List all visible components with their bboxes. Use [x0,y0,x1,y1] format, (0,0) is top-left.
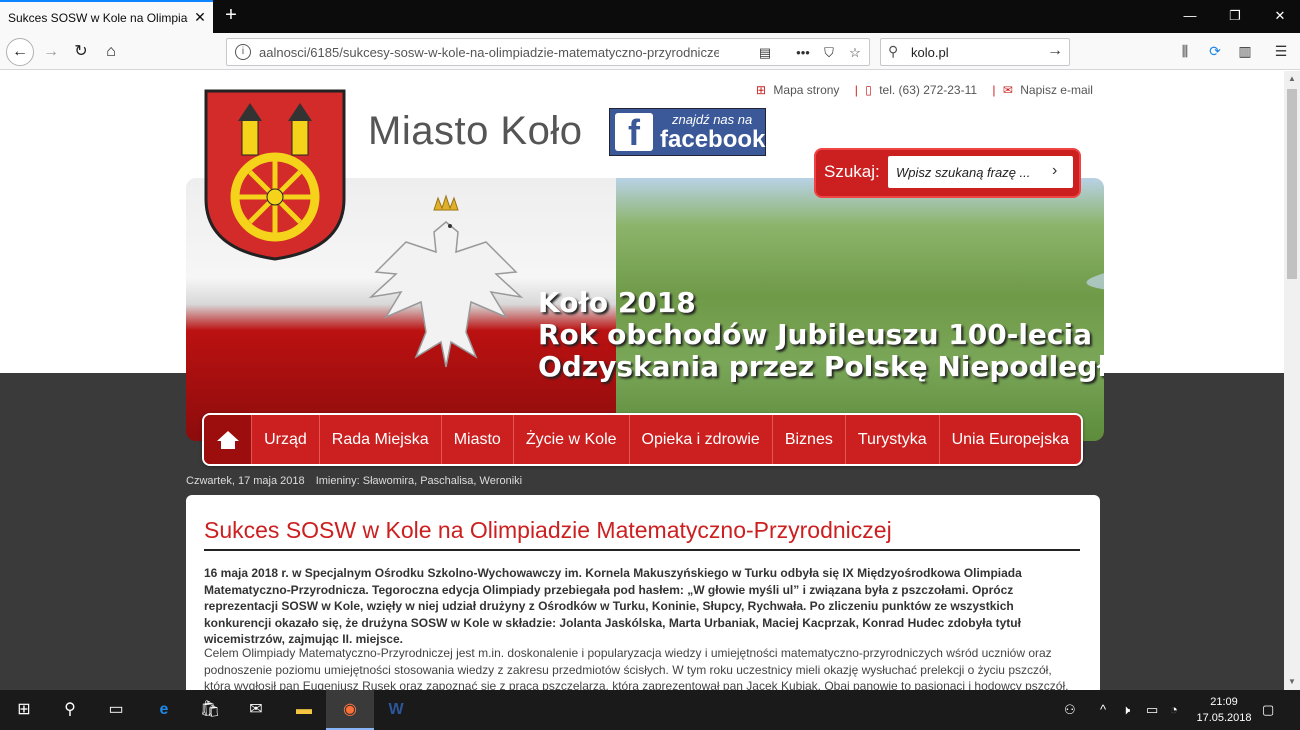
white-eagle-emblem [368,194,524,368]
home-icon [216,430,239,449]
forward-icon[interactable]: → [38,39,64,65]
article: Sukces SOSW w Kole na Olimpiadzie Matema… [186,495,1100,690]
taskbar: ⊞ ⚲ ▭ e 🛍 ✉ ▬ ◉ W ⚇ ^ 🕨 ▭ ◔ 21:09 17.05.… [0,690,1300,730]
task-view-icon[interactable]: ▭ [92,690,140,730]
clock[interactable]: 21:09 17.05.2018 [1196,694,1252,726]
clock-time: 21:09 [1210,696,1238,708]
menu-home-button[interactable] [204,415,253,464]
close-tab-icon[interactable]: ✕ [192,9,208,25]
people-icon[interactable]: ⚇ [1064,702,1076,718]
reader-view-icon[interactable]: ▤ [755,43,775,63]
article-lead: 16 maja 2018 r. w Specjalnym Ośrodku Szk… [204,566,1022,646]
names-day: Imieniny: Sławomira, Paschalisa, Weronik… [315,475,523,487]
window-close-icon[interactable]: ✕ [1270,6,1290,26]
facebook-small-text: znajdź nas na [672,112,753,127]
browser-tab[interactable]: Sukces SOSW w Kole na Olimpiadzie Matema… [0,0,213,33]
pocket-icon[interactable]: ⛉ [819,43,839,63]
reload-icon[interactable]: ↻ [68,39,94,65]
scroll-down-icon[interactable]: ▼ [1288,677,1296,686]
menu-icon[interactable]: ☰ [1270,40,1292,62]
site-search-label: Szukaj: [824,162,880,181]
search-value[interactable]: kolo.pl [911,45,949,60]
search-icon: ⚲ [888,43,899,59]
firefox-icon[interactable]: ◉ [326,690,374,730]
back-icon[interactable]: ← [6,38,34,66]
menu-item-urzad[interactable]: Urząd [252,415,320,464]
site-search-widget: Szukaj: › [814,148,1081,198]
facebook-big-text: facebook [660,126,766,153]
scrollbar[interactable]: ▲ ▼ [1284,71,1300,690]
phone-icon: ▯ [865,83,872,97]
network-icon[interactable]: ◔ [1170,702,1178,717]
word-icon[interactable]: W [372,690,420,730]
site-info-icon[interactable]: i [235,44,251,60]
chevron-right-icon[interactable]: › [1052,162,1057,180]
edge-icon[interactable]: e [140,690,188,730]
windows-start-icon[interactable]: ⊞ [0,690,48,730]
menu-item-unia-europejska[interactable]: Unia Europejska [940,415,1081,464]
menu-item-turystyka[interactable]: Turystyka [846,415,940,464]
search-go-icon[interactable]: → [1047,42,1063,60]
site-search-input[interactable] [888,156,1073,188]
divider [204,549,1080,551]
menu-item-rada-miejska[interactable]: Rada Miejska [320,415,442,464]
browser-tab-bar: Sukces SOSW w Kole na Olimpiadzie Matema… [0,0,1300,33]
top-links: ⊞ Mapa strony | ▯ tel. (63) 272-23-11 | … [756,83,1093,97]
url-bar[interactable]: i aalnosci/6185/sukcesy-sosw-w-kole-na-o… [226,38,870,66]
date-bar: Czwartek, 17 maja 2018 Imieniny: Sławomi… [186,475,530,487]
sitemap-icon: ⊞ [756,83,767,97]
menu-item-biznes[interactable]: Biznes [773,415,846,464]
menu-item-zycie-w-kole[interactable]: Życie w Kole [514,415,630,464]
article-body: Celem Olimpiady Matematyczno-Przyrodnicz… [204,646,1069,690]
site-title[interactable]: Miasto Koło [368,109,582,154]
river [1085,233,1104,303]
bookmark-star-icon[interactable]: ☆ [845,43,865,63]
minimize-icon[interactable]: — [1180,6,1200,26]
menu-item-opieka-i-zdrowie[interactable]: Opieka i zdrowie [630,415,773,464]
tab-title: Sukces SOSW w Kole na Olimpiadzie Matema… [8,11,188,25]
url-text[interactable]: aalnosci/6185/sukcesy-sosw-w-kole-na-oli… [259,45,719,60]
phone-link[interactable]: tel. (63) 272-23-11 [879,83,977,97]
banner-line-3: Odzyskania przez Polskę Niepodległości [538,350,1104,383]
scroll-thumb[interactable] [1287,89,1297,279]
banner-line-1: Koło 2018 [538,286,696,319]
search-icon[interactable]: ⚲ [46,690,94,730]
browser-nav-bar: ← → ↻ ⌂ i aalnosci/6185/sukcesy-sosw-w-k… [0,33,1300,70]
tray-chevron-up-icon[interactable]: ^ [1100,702,1106,717]
sidebar-icon[interactable]: ▥ [1234,40,1256,62]
mail-icon: ✉ [1002,83,1013,97]
new-tab-icon[interactable]: + [220,4,242,28]
battery-icon[interactable]: ▭ [1146,702,1158,718]
facebook-icon: f [615,113,653,153]
store-icon[interactable]: 🛍 [186,690,234,730]
page-actions-icon[interactable]: ••• [793,43,813,63]
current-date: Czwartek, 17 maja 2018 [186,475,305,487]
restore-icon[interactable]: ❐ [1225,6,1245,26]
article-title: Sukces SOSW w Kole na Olimpiadzie Matema… [204,517,892,543]
volume-muted-icon[interactable]: 🕨 [1122,702,1130,718]
main-menu: Urząd Rada Miejska Miasto Życie w Kole O… [202,413,1083,466]
scroll-up-icon[interactable]: ▲ [1288,74,1296,83]
facebook-badge[interactable]: f znajdź nas na facebook [609,108,766,156]
banner-line-2: Rok obchodów Jubileuszu 100-lecia [538,318,1093,351]
library-icon[interactable]: ⫼ [1174,40,1196,62]
web-page: ⊞ Mapa strony | ▯ tel. (63) 272-23-11 | … [0,71,1284,690]
notifications-icon[interactable]: ▢ [1262,702,1274,718]
home-icon[interactable]: ⌂ [98,39,124,65]
mail-icon[interactable]: ✉ [232,690,280,730]
search-bar[interactable]: ⚲ kolo.pl → [880,38,1070,66]
clock-date: 17.05.2018 [1196,712,1252,724]
city-crest-logo[interactable] [204,89,346,261]
file-explorer-icon[interactable]: ▬ [280,690,328,730]
menu-item-miasto[interactable]: Miasto [442,415,514,464]
email-link[interactable]: Napisz e-mail [1020,83,1093,97]
sync-icon[interactable]: ⟳ [1204,40,1226,62]
sitemap-link[interactable]: Mapa strony [773,83,839,97]
